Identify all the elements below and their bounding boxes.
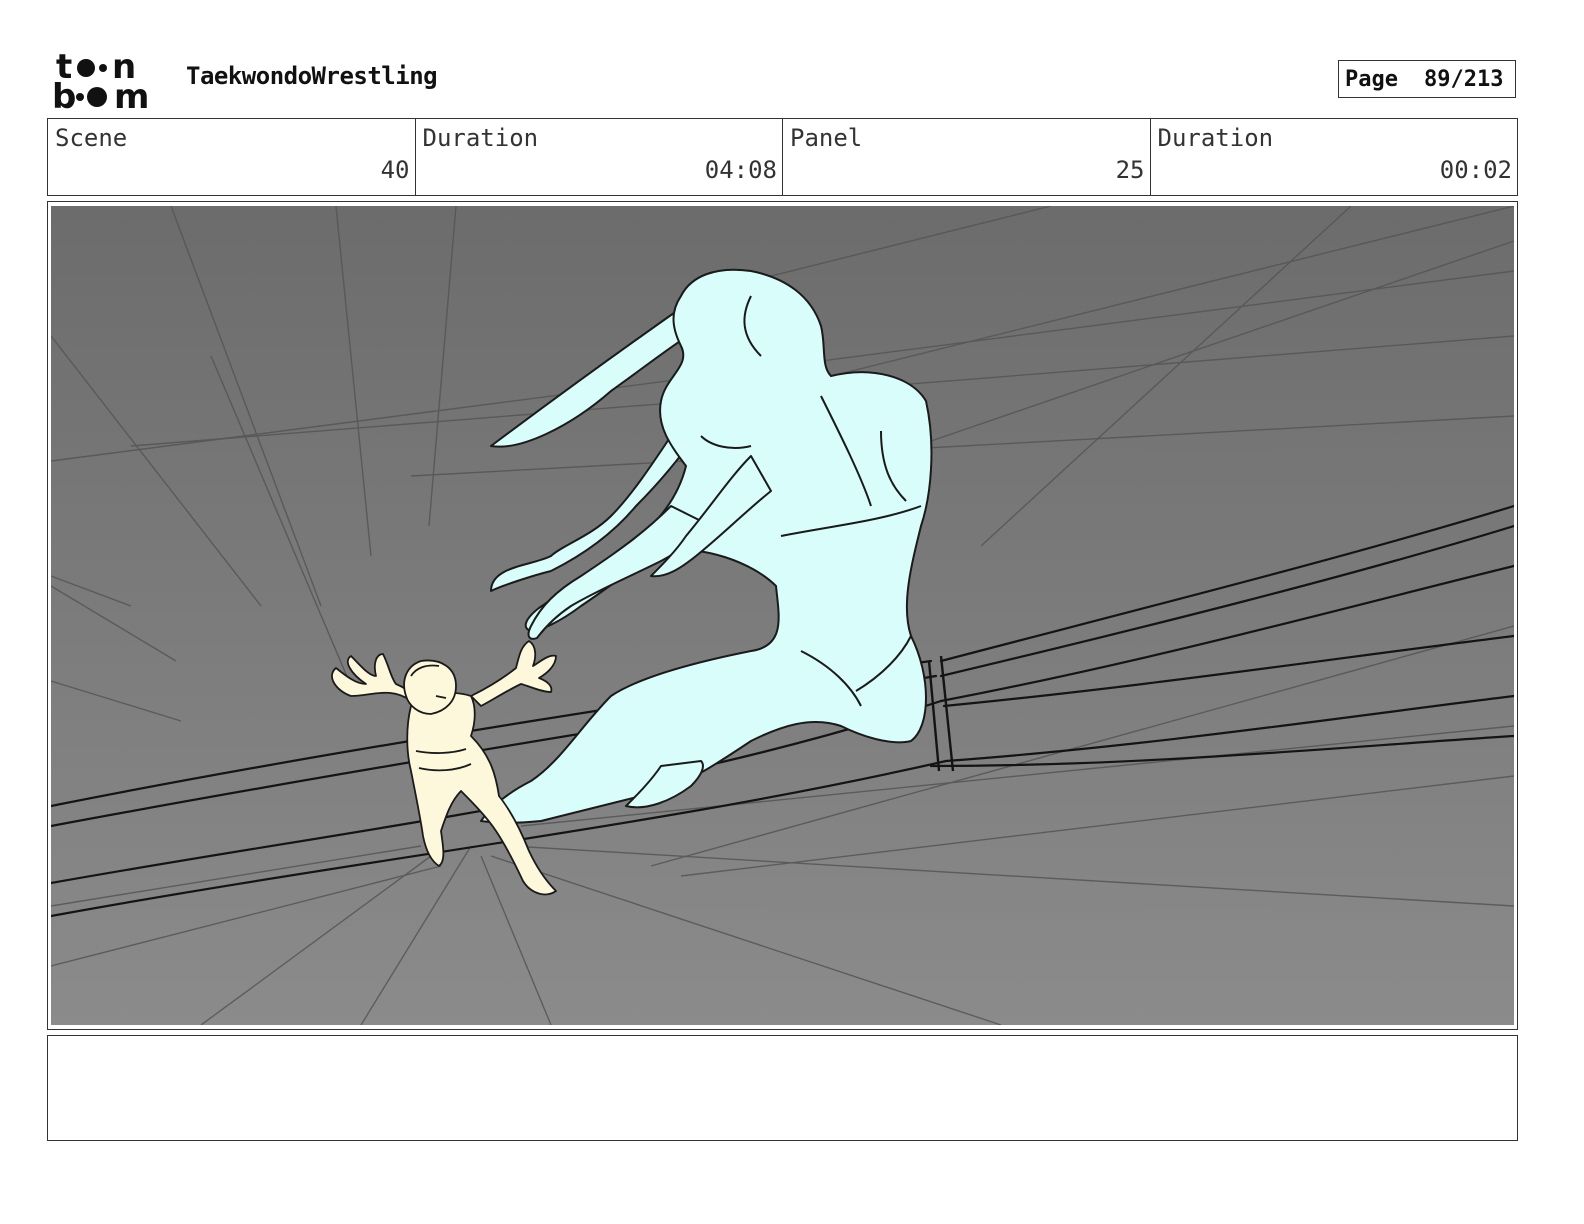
page-number: 89/213 <box>1423 66 1504 92</box>
scene-cell: Scene 40 <box>48 119 416 195</box>
panel-duration-value: 00:02 <box>1439 156 1512 184</box>
scene-duration-label: Duration <box>422 124 539 152</box>
scene-label: Scene <box>55 124 128 152</box>
panel-drawing <box>51 206 1514 1025</box>
panel-duration-label: Duration <box>1157 124 1274 152</box>
page-indicator: Page 89/213 <box>1338 60 1516 98</box>
scene-info-row: Scene 40 Duration 04:08 Panel 25 Duratio… <box>47 118 1518 196</box>
panel-value: 25 <box>1115 156 1145 184</box>
scene-duration-cell: Duration 04:08 <box>416 119 783 195</box>
panel-label: Panel <box>790 124 863 152</box>
scene-duration-value: 04:08 <box>704 156 777 184</box>
panel-cell: Panel 25 <box>783 119 1151 195</box>
panel-duration-cell: Duration 00:02 <box>1151 119 1518 195</box>
toon-boom-logo: t n b m <box>50 47 170 117</box>
project-title: TaekwondoWrestling <box>186 62 438 90</box>
page-label: Page <box>1345 66 1398 92</box>
svg-text:m: m <box>114 77 149 112</box>
storyboard-panel-image <box>51 206 1514 1025</box>
scene-value: 40 <box>380 156 410 184</box>
panel-notes-box <box>47 1035 1518 1141</box>
svg-text:b: b <box>52 77 76 112</box>
